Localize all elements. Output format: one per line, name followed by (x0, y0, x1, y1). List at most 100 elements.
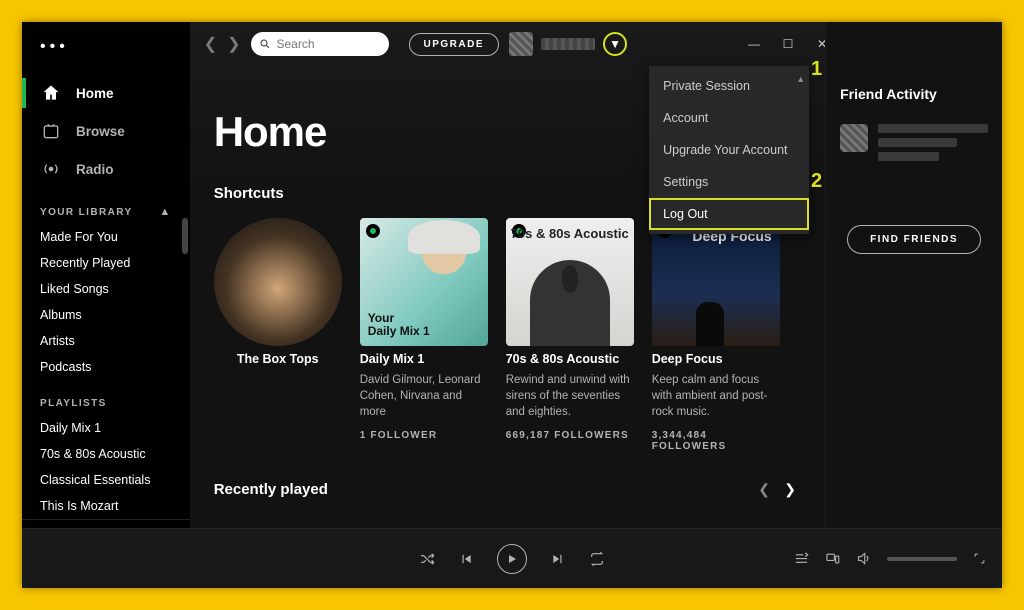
playback-controls (419, 544, 605, 574)
spotify-badge-icon (366, 224, 380, 238)
playbar (22, 528, 1002, 588)
browse-icon (40, 120, 62, 142)
topbar: ❮ ❯ UPGRADE ▼ — (190, 22, 825, 66)
play-button[interactable] (497, 544, 527, 574)
shuffle-button[interactable] (419, 551, 435, 567)
playbar-right-controls (794, 529, 986, 588)
nav-home[interactable]: Home (22, 74, 190, 112)
card-art: 70s & 80s Acoustic (506, 218, 634, 346)
nav-label: Home (76, 86, 114, 101)
fullscreen-button[interactable] (973, 552, 986, 565)
card-daily-mix-1[interactable]: YourDaily Mix 1 Daily Mix 1 David Gilmou… (360, 218, 488, 452)
volume-slider[interactable] (887, 557, 957, 561)
library-item-liked-songs[interactable]: Liked Songs (22, 276, 190, 302)
playlist-item[interactable]: 70s & 80s Acoustic (22, 441, 190, 467)
nav-radio[interactable]: Radio (22, 150, 190, 188)
upgrade-button[interactable]: UPGRADE (409, 33, 500, 56)
search-icon (259, 38, 271, 50)
playlists-header-text: PLAYLISTS (40, 398, 107, 409)
main-row: ••• Home Browse Radio YOUR LIB (22, 22, 1002, 528)
card-description: David Gilmour, Leonard Cohen, Nirvana an… (360, 372, 488, 420)
user-menu-trigger[interactable]: ▼ (509, 32, 627, 56)
friend-text-redacted (878, 124, 988, 161)
playlist-item[interactable]: Classical Essentials (22, 467, 190, 493)
library-item-recently-played[interactable]: Recently Played (22, 250, 190, 276)
card-deep-focus[interactable]: Deep Focus Deep Focus Keep calm and focu… (652, 218, 780, 452)
card-70s-80s-acoustic[interactable]: 70s & 80s Acoustic 70s & 80s Acoustic Re… (506, 218, 634, 452)
menu-item-log-out[interactable]: Log Out (649, 198, 809, 230)
card-art-figure (530, 260, 610, 346)
carousel-next-button[interactable]: ❯ (779, 478, 801, 500)
chevron-up-icon[interactable]: ▲ (159, 206, 171, 218)
user-avatar (509, 32, 533, 56)
nav-label: Browse (76, 124, 125, 139)
nav-forward-button[interactable]: ❯ (227, 32, 240, 56)
playlist-item[interactable]: Daily Mix 1 (22, 415, 190, 441)
friend-avatar (840, 124, 868, 152)
volume-button[interactable] (856, 551, 871, 566)
user-name-redacted (541, 38, 595, 50)
window-close-button[interactable]: ✕ (815, 37, 825, 51)
radio-icon (40, 158, 62, 180)
library-section-header: YOUR LIBRARY ▲ (22, 188, 190, 224)
menu-item-upgrade-account[interactable]: Upgrade Your Account (649, 134, 809, 166)
recently-carousel-nav: ❮ ❯ (753, 478, 801, 500)
annotation-step-1: 1 (811, 58, 822, 81)
library-item-podcasts[interactable]: Podcasts (22, 354, 190, 380)
friend-activity-title: Friend Activity (840, 86, 988, 102)
menu-item-settings[interactable]: Settings (649, 166, 809, 198)
repeat-button[interactable] (589, 551, 605, 567)
next-track-button[interactable] (551, 552, 565, 566)
friend-activity-panel: Friend Activity FIND FRIENDS (825, 22, 1002, 528)
playlist-item[interactable]: This Is Mozart (22, 493, 190, 519)
library-header-text: YOUR LIBRARY (40, 207, 133, 218)
card-art-label: YourDaily Mix 1 (368, 312, 430, 338)
sidebar: ••• Home Browse Radio YOUR LIB (22, 22, 190, 528)
card-art: YourDaily Mix 1 (360, 218, 488, 346)
card-the-box-tops[interactable]: The Box Tops (214, 218, 342, 452)
annotation-step-2: 2 (811, 170, 822, 193)
card-title: The Box Tops (214, 352, 342, 366)
library-item-made-for-you[interactable]: Made For You (22, 224, 190, 250)
nav-back-button[interactable]: ❮ (204, 32, 217, 56)
card-title: Daily Mix 1 (360, 352, 488, 366)
sidebar-scrollbar-thumb[interactable] (182, 218, 188, 254)
user-menu-chevron[interactable]: ▼ (603, 32, 627, 56)
app-window: ••• Home Browse Radio YOUR LIB (22, 22, 1002, 588)
playlists-section-header: PLAYLISTS (22, 380, 190, 415)
card-description: Rewind and unwind with sirens of the sev… (506, 372, 634, 420)
window-minimize-button[interactable]: — (747, 37, 761, 51)
friend-activity-item[interactable] (840, 124, 988, 161)
previous-track-button[interactable] (459, 552, 473, 566)
home-icon (40, 82, 62, 104)
card-art (214, 218, 342, 346)
carousel-prev-button[interactable]: ❮ (753, 478, 775, 500)
window-maximize-button[interactable]: ☐ (781, 37, 795, 51)
devices-button[interactable] (825, 551, 840, 566)
search-field[interactable] (251, 32, 389, 56)
library-item-albums[interactable]: Albums (22, 302, 190, 328)
content-area: ❮ ❯ UPGRADE ▼ — (190, 22, 825, 528)
new-playlist-button[interactable]: + New Playlist (22, 519, 190, 528)
find-friends-button[interactable]: FIND FRIENDS (847, 225, 981, 254)
card-art-figure (394, 218, 488, 312)
chevron-down-icon: ▼ (609, 37, 621, 51)
card-description: Keep calm and focus with ambient and pos… (652, 372, 780, 420)
search-input[interactable] (277, 37, 381, 51)
shortcuts-title: Shortcuts (214, 185, 284, 202)
nav-label: Radio (76, 162, 114, 177)
card-art: Deep Focus (652, 218, 780, 346)
card-title: 70s & 80s Acoustic (506, 352, 634, 366)
menu-item-account[interactable]: Account (649, 102, 809, 134)
card-followers: 669,187 FOLLOWERS (506, 430, 634, 441)
card-art-figure (696, 302, 724, 346)
menu-item-private-session[interactable]: Private Session (649, 70, 809, 102)
card-art-title: 70s & 80s Acoustic (506, 226, 634, 241)
queue-button[interactable] (794, 551, 809, 566)
card-followers: 1 FOLLOWER (360, 430, 488, 441)
app-menu-ellipsis[interactable]: ••• (22, 34, 190, 74)
recently-played-title: Recently played (214, 481, 328, 498)
library-item-artists[interactable]: Artists (22, 328, 190, 354)
nav-browse[interactable]: Browse (22, 112, 190, 150)
dropdown-scroll-up-icon[interactable]: ▲ (796, 74, 805, 84)
